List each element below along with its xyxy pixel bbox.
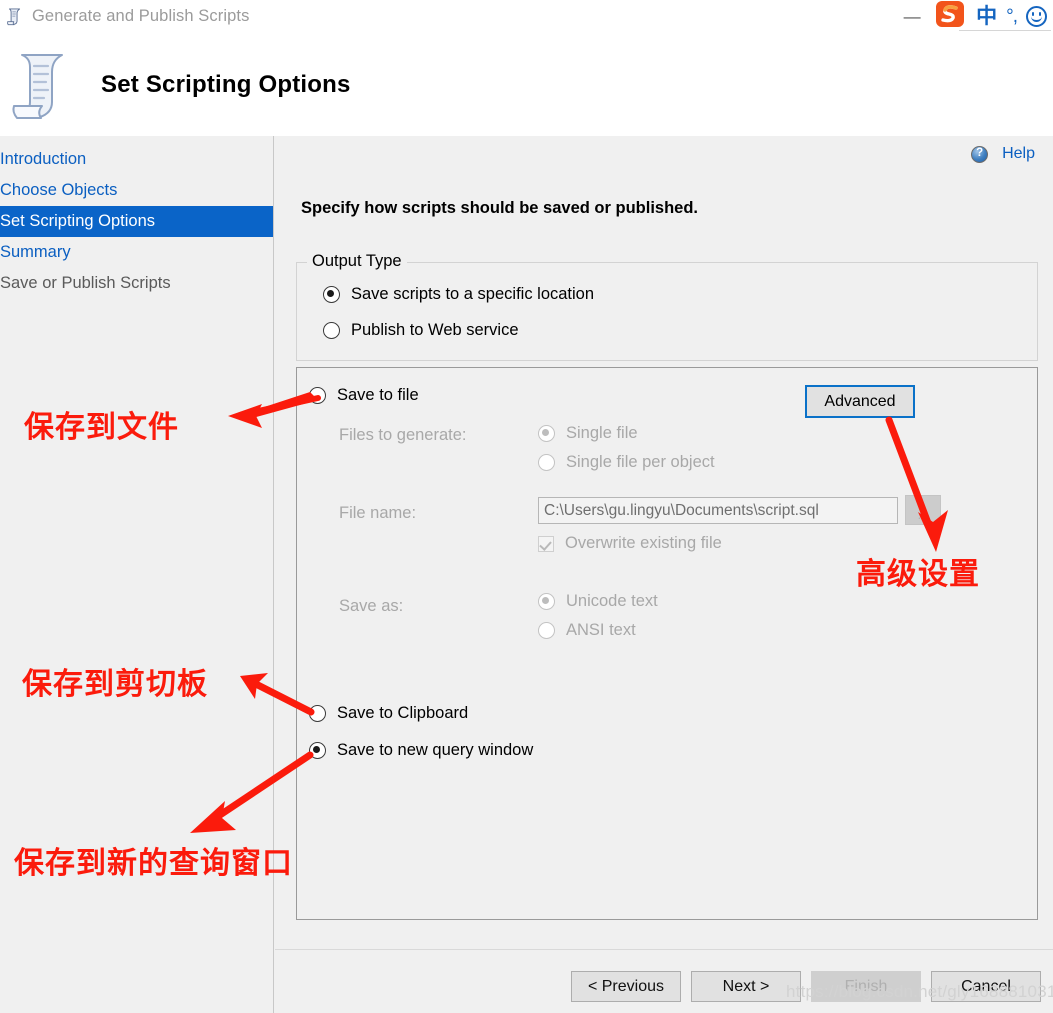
radio-indicator	[309, 387, 326, 404]
sidebar-item-label: Summary	[0, 243, 71, 261]
radio-save-to-clipboard[interactable]: Save to Clipboard	[309, 704, 468, 723]
sidebar-item-introduction[interactable]: Introduction	[0, 144, 273, 175]
radio-save-to-new-query-window[interactable]: Save to new query window	[309, 741, 533, 760]
radio-save-scripts-to-location[interactable]: Save scripts to a specific location	[323, 285, 594, 304]
ime-toolbar: 中 °,	[925, 0, 1053, 33]
file-name-label: File name:	[339, 504, 417, 522]
radio-indicator	[309, 742, 326, 759]
window-title: Generate and Publish Scripts	[32, 7, 250, 25]
sidebar-item-label: Choose Objects	[0, 181, 118, 199]
smiley-icon[interactable]	[1026, 6, 1047, 27]
radio-indicator	[538, 593, 555, 610]
page-title: Set Scripting Options	[101, 70, 351, 98]
checkbox-indicator	[538, 535, 554, 552]
radio-indicator	[538, 622, 555, 639]
radio-label: Save to Clipboard	[337, 704, 469, 722]
annotation-advanced: 高级设置	[856, 558, 980, 591]
minimize-button[interactable]: —	[899, 0, 925, 33]
content-pane: ? Help Specify how scripts should be sav…	[275, 136, 1053, 948]
radio-label: Single file per object	[566, 453, 715, 471]
next-button-label: Next >	[722, 977, 770, 995]
instruction-text: Specify how scripts should be saved or p…	[301, 199, 698, 217]
sidebar-item-label: Introduction	[0, 150, 87, 168]
script-destination-group: Save to file Files to generate: Single f…	[296, 367, 1038, 920]
browse-file-button: ...	[905, 495, 941, 525]
radio-indicator	[538, 454, 555, 471]
help-question-icon[interactable]: ?	[971, 145, 989, 163]
sidebar-item-label: Save or Publish Scripts	[0, 274, 171, 292]
sidebar-item-summary[interactable]: Summary	[0, 237, 273, 268]
radio-ansi-text: ANSI text	[538, 621, 636, 640]
browse-button-label: ...	[917, 507, 929, 522]
radio-label: Save to new query window	[337, 741, 534, 759]
checkbox-label: Overwrite existing file	[565, 534, 722, 552]
output-type-legend: Output Type	[307, 252, 407, 271]
help-link[interactable]: Help	[1002, 145, 1035, 163]
file-name-value: C:\Users\gu.lingyu\Documents\script.sql	[544, 501, 819, 519]
annotation-save-to-clipboard: 保存到剪切板	[22, 668, 208, 701]
checkbox-overwrite-existing-file: Overwrite existing file	[538, 534, 722, 553]
ime-punctuation-mode[interactable]: °,	[1006, 7, 1018, 26]
radio-indicator	[323, 286, 340, 303]
radio-save-to-file[interactable]: Save to file	[309, 386, 419, 405]
output-type-group: Output Type Save scripts to a specific l…	[296, 252, 1038, 361]
radio-indicator	[309, 705, 326, 722]
next-button[interactable]: Next >	[691, 971, 801, 1002]
window-controls: — 中 °,	[899, 0, 1053, 33]
sidebar-item-set-scripting-options[interactable]: Set Scripting Options	[0, 206, 273, 237]
radio-publish-to-web-service[interactable]: Publish to Web service	[323, 321, 519, 340]
page-header: Set Scripting Options	[0, 33, 1053, 136]
radio-label: Save scripts to a specific location	[351, 285, 595, 303]
sidebar-item-choose-objects[interactable]: Choose Objects	[0, 175, 273, 206]
radio-label: Unicode text	[566, 592, 658, 610]
previous-button-label: < Previous	[587, 977, 665, 995]
annotation-save-to-new-query-window: 保存到新的查询窗口	[14, 847, 293, 880]
help-row[interactable]: ? Help	[971, 145, 1035, 163]
sidebar-item-label: Set Scripting Options	[0, 212, 155, 230]
files-to-generate-label: Files to generate:	[339, 426, 467, 444]
sidebar-item-save-or-publish-scripts: Save or Publish Scripts	[0, 268, 273, 299]
wizard-window: Generate and Publish Scripts — 中 °, Set …	[0, 0, 1053, 1013]
radio-unicode-text: Unicode text	[538, 592, 658, 611]
radio-single-file-per-object: Single file per object	[538, 453, 715, 472]
radio-label: ANSI text	[566, 621, 636, 639]
radio-label: Save to file	[337, 386, 419, 404]
sogou-logo-icon[interactable]	[933, 0, 967, 30]
advanced-button[interactable]: Advanced	[805, 385, 915, 418]
radio-indicator	[323, 322, 340, 339]
radio-single-file: Single file	[538, 424, 638, 443]
previous-button[interactable]: < Previous	[571, 971, 681, 1002]
radio-label: Publish to Web service	[351, 321, 519, 339]
script-scroll-icon	[4, 6, 26, 28]
radio-indicator	[538, 425, 555, 442]
footer-bar: < Previous Next > Finish Cancel	[275, 949, 1053, 1013]
save-as-label: Save as:	[339, 597, 404, 615]
annotation-save-to-file: 保存到文件	[24, 411, 179, 444]
ime-language-mode[interactable]: 中	[976, 6, 997, 27]
radio-label: Single file	[566, 424, 638, 442]
file-name-input: C:\Users\gu.lingyu\Documents\script.sql	[538, 497, 898, 524]
script-scroll-icon	[8, 47, 76, 123]
title-bar: Generate and Publish Scripts — 中 °,	[0, 0, 1053, 33]
watermark-text: https://blog.csdn.net/gly1688810310	[786, 982, 1053, 1001]
advanced-button-label: Advanced	[824, 392, 896, 410]
